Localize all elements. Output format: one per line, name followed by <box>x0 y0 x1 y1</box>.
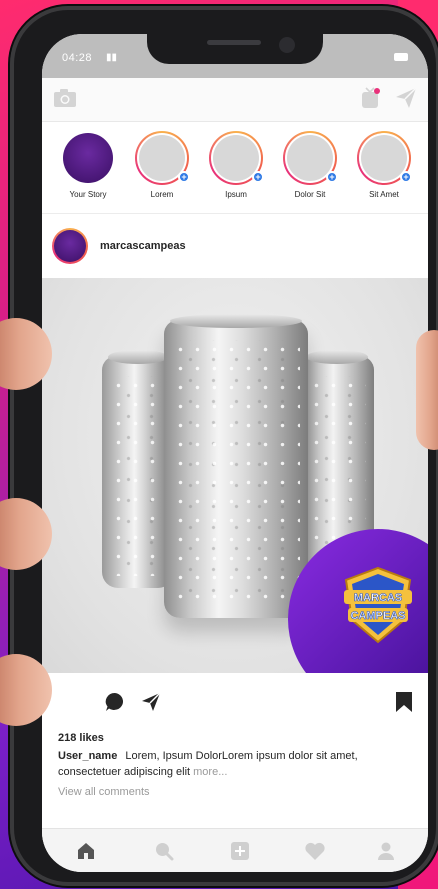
heart-icon[interactable] <box>304 841 326 866</box>
story-avatar: + <box>209 131 264 185</box>
add-story-icon: + <box>178 171 190 183</box>
post-avatar[interactable] <box>52 228 88 264</box>
share-icon[interactable] <box>140 691 162 718</box>
likes-count[interactable]: 218 likes <box>58 732 104 744</box>
story-your-story[interactable]: Your Story <box>58 131 118 199</box>
front-camera <box>279 37 295 53</box>
camera-icon[interactable] <box>52 86 78 115</box>
story-label: Sit Amet <box>369 190 399 199</box>
story-dolor-sit[interactable]: + Dolor Sit <box>280 131 340 199</box>
add-story-icon: + <box>252 171 264 183</box>
story-avatar: + <box>357 131 412 185</box>
marcas-campeas-logo <box>54 230 86 262</box>
story-avatar: + <box>283 131 338 185</box>
marcas-campeas-logo <box>63 133 113 183</box>
bottom-tab-bar <box>42 828 428 872</box>
comment-icon[interactable] <box>104 691 126 718</box>
stories-row: Your Story + Lorem + Ipsum + Dolor Sit + <box>42 122 428 214</box>
post-caption: User_name Lorem, Ipsum DolorLorem ipsum d… <box>58 748 414 780</box>
story-lorem[interactable]: + Lorem <box>132 131 192 199</box>
story-label: Dolor Sit <box>294 190 326 199</box>
post-header: marcascampeas <box>42 214 428 278</box>
story-label: Ipsum <box>225 190 247 199</box>
svg-text:MARCAS: MARCAS <box>354 592 402 604</box>
more-link[interactable]: more... <box>193 766 227 778</box>
add-story-icon: + <box>326 171 338 183</box>
phone-screen: 04:28 ▮▮ Your Story + Lorem + Ipsum + Do… <box>42 34 428 872</box>
story-ipsum[interactable]: + Ipsum <box>206 131 266 199</box>
story-avatar: + <box>135 131 190 185</box>
post-actions <box>42 673 428 733</box>
signal-icon: ▮▮ <box>106 52 118 63</box>
bookmark-icon[interactable] <box>394 691 414 718</box>
add-story-icon: + <box>400 171 412 183</box>
svg-text:CAMPEAS: CAMPEAS <box>350 610 405 622</box>
marcas-campeas-logo: MARCAS CAMPEAS <box>342 566 414 651</box>
notch <box>147 34 323 64</box>
speaker <box>207 40 261 45</box>
phone-frame: 04:28 ▮▮ Your Story + Lorem + Ipsum + Do… <box>10 6 438 886</box>
direct-send-icon[interactable] <box>394 85 418 116</box>
post-image[interactable]: MARCAS CAMPEAS <box>42 278 428 673</box>
story-avatar <box>61 131 115 185</box>
battery-icon <box>394 53 408 61</box>
caption-username[interactable]: User_name <box>58 750 117 762</box>
igtv-icon[interactable] <box>360 85 382 116</box>
finger <box>416 330 438 450</box>
home-icon[interactable] <box>76 841 96 866</box>
profile-icon[interactable] <box>376 841 396 866</box>
app-top-bar <box>42 78 428 122</box>
add-post-icon[interactable] <box>230 841 250 866</box>
post-username[interactable]: marcascampeas <box>100 240 186 252</box>
story-label: Lorem <box>150 190 174 199</box>
search-icon[interactable] <box>154 841 174 866</box>
soda-can <box>164 314 308 618</box>
story-sit-amet[interactable]: + Sit Amet <box>354 131 414 199</box>
status-time: 04:28 <box>62 52 93 64</box>
story-label: Your Story <box>69 190 107 199</box>
view-comments-link[interactable]: View all comments <box>58 786 150 798</box>
